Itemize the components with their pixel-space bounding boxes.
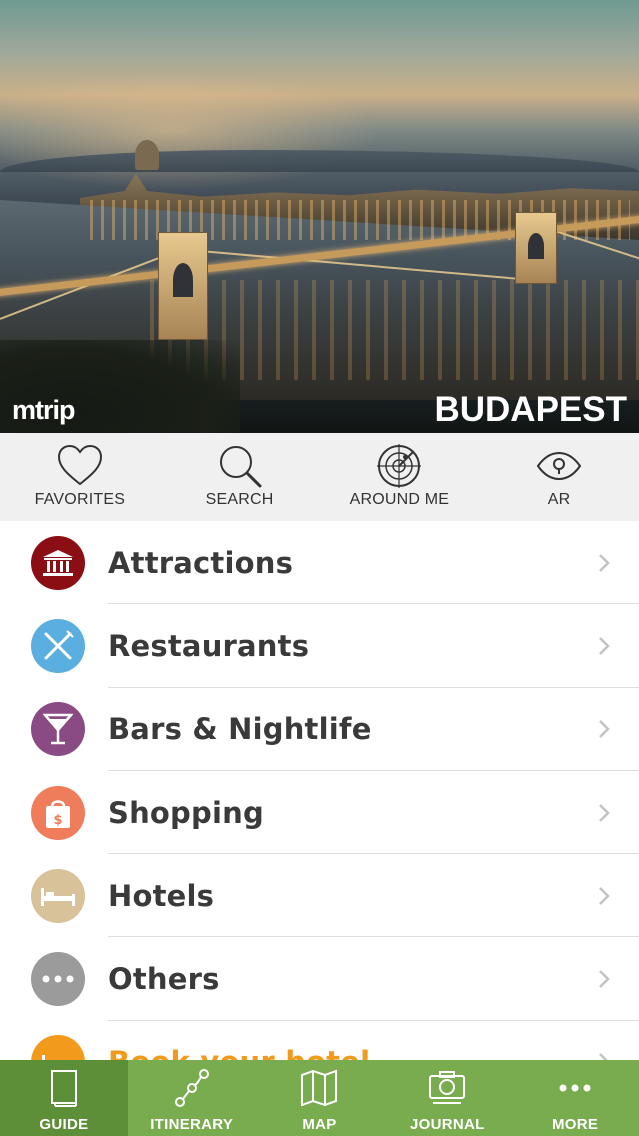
bed-icon xyxy=(31,868,85,923)
sunset-glow xyxy=(0,70,380,190)
city-title: BUDAPEST xyxy=(434,390,627,429)
favorites-label: FAVORITES xyxy=(34,491,126,508)
category-restaurants[interactable]: Restaurants xyxy=(0,604,639,688)
chevron-right-icon xyxy=(599,803,610,822)
tab-label: MAP xyxy=(302,1116,337,1133)
bridge-tower xyxy=(515,212,557,284)
bottom-tab-bar: GUIDE ITINERARY MAP JOURNAL MORE xyxy=(0,1060,639,1136)
category-others[interactable]: Others xyxy=(0,937,639,1021)
category-label: Others xyxy=(108,962,220,997)
tab-more[interactable]: MORE xyxy=(511,1060,639,1136)
tab-label: ITINERARY xyxy=(150,1116,234,1133)
tab-label: GUIDE xyxy=(39,1116,89,1133)
around-me-button[interactable]: AROUND ME xyxy=(329,433,469,521)
city-hero-image: mtrip BUDAPEST xyxy=(0,0,639,433)
quick-actions-bar: FAVORITES SEARCH AROUND ME AR xyxy=(0,433,639,521)
eye-icon xyxy=(536,451,582,481)
search-icon xyxy=(219,446,262,488)
chevron-right-icon xyxy=(599,1053,608,1060)
app-logo: mtrip xyxy=(12,395,75,425)
category-list: Attractions Restaurants Bars & Nightlife xyxy=(0,521,639,1060)
chevron-right-icon xyxy=(599,720,610,739)
tab-label: MORE xyxy=(551,1116,599,1133)
shopping-bag-icon: $ xyxy=(31,785,85,840)
parliament-dome xyxy=(135,140,159,170)
itinerary-icon xyxy=(174,1069,209,1107)
bridge-tower xyxy=(158,232,208,340)
chevron-right-icon xyxy=(599,970,610,989)
fork-knife-icon xyxy=(31,618,85,673)
tab-itinerary[interactable]: ITINERARY xyxy=(128,1060,256,1136)
book-hotel-row[interactable]: Book your hotel xyxy=(0,1021,639,1060)
category-label: Bars & Nightlife xyxy=(108,712,372,747)
category-label: Shopping xyxy=(108,795,264,830)
favorites-button[interactable]: FAVORITES xyxy=(10,433,150,521)
category-hotels[interactable]: Hotels xyxy=(0,854,639,938)
more-icon xyxy=(559,1084,591,1092)
category-shopping[interactable]: $ Shopping xyxy=(0,771,639,855)
around-me-label: AROUND ME xyxy=(349,491,450,508)
guide-book-icon xyxy=(50,1070,77,1107)
chevron-right-icon xyxy=(599,886,610,905)
svg-text:$: $ xyxy=(53,813,62,828)
tab-guide[interactable]: GUIDE xyxy=(0,1060,128,1136)
search-label: SEARCH xyxy=(205,491,274,508)
more-dots-icon xyxy=(31,952,85,1007)
category-bars-nightlife[interactable]: Bars & Nightlife xyxy=(0,688,639,771)
ar-button[interactable]: AR xyxy=(489,433,629,521)
map-icon xyxy=(301,1069,338,1107)
category-label: Restaurants xyxy=(108,628,310,663)
museum-icon xyxy=(31,535,85,590)
radar-icon xyxy=(377,444,422,488)
tab-journal[interactable]: JOURNAL xyxy=(383,1060,511,1136)
category-label: Hotels xyxy=(108,878,215,913)
hotel-booking-icon xyxy=(31,1035,85,1060)
chevron-right-icon xyxy=(599,637,610,655)
category-attractions[interactable]: Attractions xyxy=(0,521,639,605)
camera-icon xyxy=(429,1071,466,1104)
heart-icon xyxy=(57,444,102,486)
tab-label: JOURNAL xyxy=(409,1116,485,1133)
chevron-right-icon xyxy=(599,553,610,572)
search-button[interactable]: SEARCH xyxy=(170,433,310,521)
cocktail-icon xyxy=(31,702,85,757)
ar-label: AR xyxy=(547,491,571,508)
tab-map[interactable]: MAP xyxy=(256,1060,384,1136)
book-hotel-label: Book your hotel xyxy=(108,1045,370,1060)
category-label: Attractions xyxy=(108,545,294,580)
